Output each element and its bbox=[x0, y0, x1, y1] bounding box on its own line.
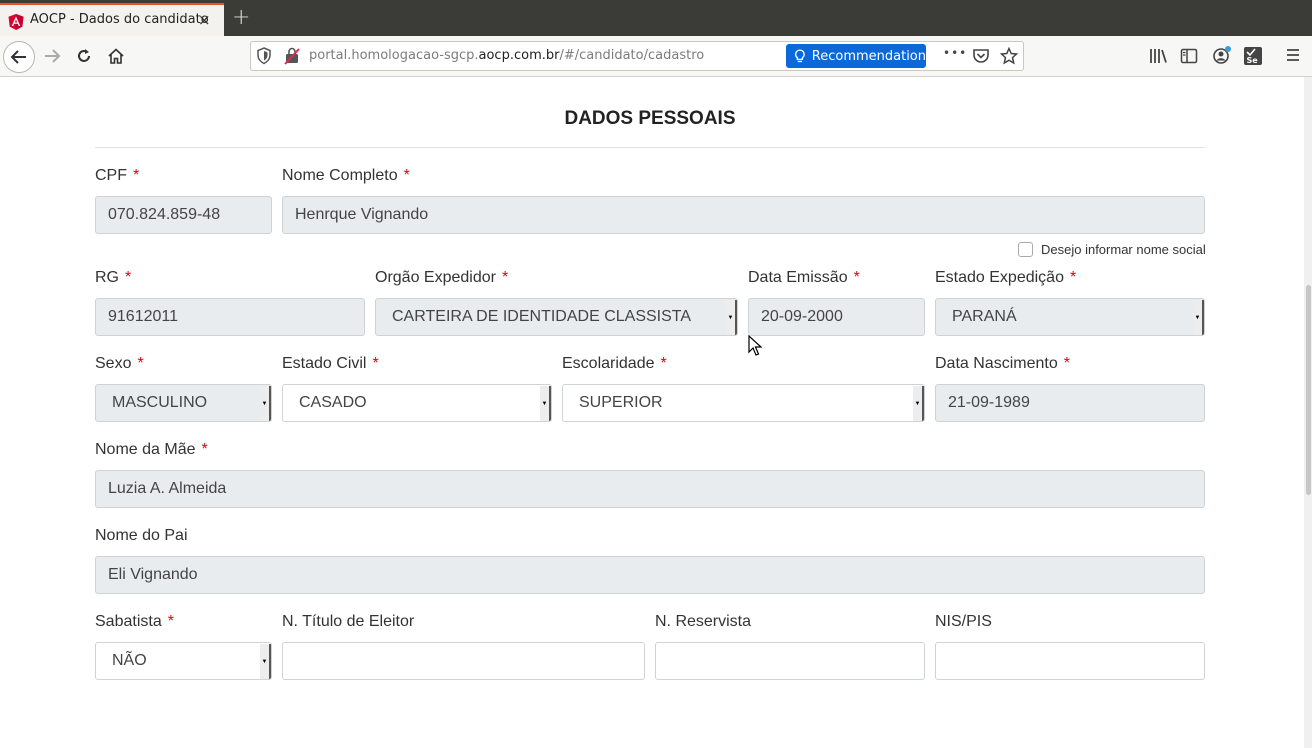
cpf-field[interactable]: 070.824.859-48 bbox=[95, 196, 272, 234]
cpf-label: CPF * bbox=[95, 167, 140, 184]
estado-civil-value: CASADO bbox=[299, 394, 367, 411]
back-button[interactable] bbox=[3, 41, 35, 73]
page-actions-icon[interactable]: ••• bbox=[943, 46, 967, 60]
estado-civil-label: Estado Civil * bbox=[282, 355, 379, 372]
selenium-icon[interactable]: Se bbox=[1243, 46, 1263, 70]
reservista-field[interactable] bbox=[655, 642, 925, 680]
escolaridade-select[interactable]: SUPERIOR ▼ bbox=[562, 384, 925, 422]
close-tab-icon[interactable]: × bbox=[198, 11, 211, 29]
orgao-expedidor-value: CARTEIRA DE IDENTIDADE CLASSISTA bbox=[392, 308, 692, 325]
reload-icon bbox=[78, 49, 90, 62]
orgao-expedidor-select[interactable]: CARTEIRA DE IDENTIDADE CLASSISTA ▼ bbox=[375, 298, 738, 336]
menu-icon[interactable] bbox=[1285, 47, 1301, 67]
url-path: /#/candidato/cadastro bbox=[559, 48, 705, 63]
data-emissao-field[interactable]: 20-09-2000 bbox=[748, 298, 925, 336]
nome-pai-label: Nome do Pai bbox=[95, 527, 188, 544]
new-tab-icon[interactable]: + bbox=[232, 5, 250, 30]
section-title: DADOS PESSOAIS bbox=[564, 108, 736, 129]
social-name-label: Desejo informar nome social bbox=[1041, 242, 1206, 257]
svg-text:Se: Se bbox=[1247, 56, 1259, 65]
angular-icon bbox=[8, 14, 24, 30]
nome-mae-field[interactable]: Luzia A. Almeida bbox=[95, 470, 1205, 508]
sabatista-select[interactable]: NÃO ▼ bbox=[95, 642, 272, 680]
sexo-label: Sexo * bbox=[95, 355, 144, 372]
nome-completo-field[interactable]: Henrque Vignando bbox=[282, 196, 1205, 234]
bookmark-star-icon[interactable] bbox=[999, 46, 1019, 69]
back-arrow-icon bbox=[10, 50, 26, 64]
browser-tab[interactable]: AOCP - Dados do candidato × bbox=[0, 3, 224, 36]
escolaridade-value: SUPERIOR bbox=[579, 394, 663, 411]
data-emissao-label: Data Emissão * bbox=[748, 269, 860, 286]
escolaridade-label: Escolaridade * bbox=[562, 355, 667, 372]
nome-pai-field[interactable]: Eli Vignando bbox=[95, 556, 1205, 594]
shield-icon[interactable] bbox=[256, 47, 272, 69]
orgao-expedidor-label: Orgão Expedidor * bbox=[375, 269, 509, 286]
estado-civil-select[interactable]: CASADO ▼ bbox=[282, 384, 552, 422]
nis-pis-field[interactable] bbox=[935, 642, 1205, 680]
account-icon[interactable] bbox=[1212, 45, 1232, 69]
estado-expedicao-select[interactable]: PARANÁ ▼ bbox=[935, 298, 1205, 336]
home-button[interactable] bbox=[101, 41, 131, 71]
mouse-cursor-icon bbox=[748, 335, 762, 356]
dropdown-caret-icon: ▼ bbox=[913, 386, 924, 421]
recommendation-label: Recommendation bbox=[811, 48, 926, 64]
dropdown-caret-icon: ▼ bbox=[540, 386, 551, 421]
social-name-checkbox[interactable] bbox=[1018, 242, 1033, 257]
section-divider bbox=[95, 147, 1205, 148]
data-nascimento-label: Data Nascimento * bbox=[935, 355, 1070, 372]
rg-field[interactable]: 91612011 bbox=[95, 298, 365, 336]
tab-title: AOCP - Dados do candidato bbox=[30, 12, 209, 27]
data-nascimento-field[interactable]: 21-09-1989 bbox=[935, 384, 1205, 422]
pocket-icon[interactable] bbox=[972, 47, 990, 69]
url-domain: aocp.com.br bbox=[478, 48, 560, 63]
sabatista-label: Sabatista * bbox=[95, 613, 174, 630]
url-text[interactable]: portal.homologacao-sgcp.aocp.com.br/#/ca… bbox=[309, 48, 704, 63]
dropdown-caret-icon: ▼ bbox=[1193, 300, 1204, 335]
insecure-lock-icon[interactable] bbox=[284, 47, 300, 69]
dropdown-caret-icon: ▼ bbox=[726, 300, 737, 335]
library-icon[interactable] bbox=[1148, 47, 1168, 69]
titulo-eleitor-field[interactable] bbox=[282, 642, 645, 680]
sidebar-icon[interactable] bbox=[1180, 47, 1198, 69]
estado-expedicao-value: PARANÁ bbox=[952, 308, 1017, 325]
titulo-eleitor-label: N. Título de Eleitor bbox=[282, 613, 415, 630]
recommendation-button[interactable]: Recommendation bbox=[786, 44, 926, 68]
dropdown-caret-icon: ▼ bbox=[260, 386, 271, 421]
scrollbar-thumb[interactable] bbox=[1306, 285, 1311, 495]
home-icon bbox=[108, 48, 124, 64]
reservista-label: N. Reservista bbox=[655, 613, 752, 630]
nis-pis-label: NIS/PIS bbox=[935, 613, 992, 630]
sexo-select[interactable]: MASCULINO ▼ bbox=[95, 384, 272, 422]
dropdown-caret-icon: ▼ bbox=[260, 644, 271, 679]
forward-arrow-icon bbox=[45, 49, 61, 63]
rg-label: RG * bbox=[95, 269, 132, 286]
estado-expedicao-label: Estado Expedição * bbox=[935, 269, 1077, 286]
sexo-value: MASCULINO bbox=[112, 394, 208, 411]
sabatista-value: NÃO bbox=[112, 652, 147, 669]
lightbulb-icon bbox=[795, 49, 805, 63]
url-prefix: portal.homologacao-sgcp. bbox=[309, 48, 479, 63]
forward-button[interactable] bbox=[37, 41, 67, 71]
nome-mae-label: Nome da Mãe * bbox=[95, 441, 208, 458]
reload-button[interactable] bbox=[69, 41, 99, 71]
nome-completo-label: Nome Completo * bbox=[282, 167, 410, 184]
